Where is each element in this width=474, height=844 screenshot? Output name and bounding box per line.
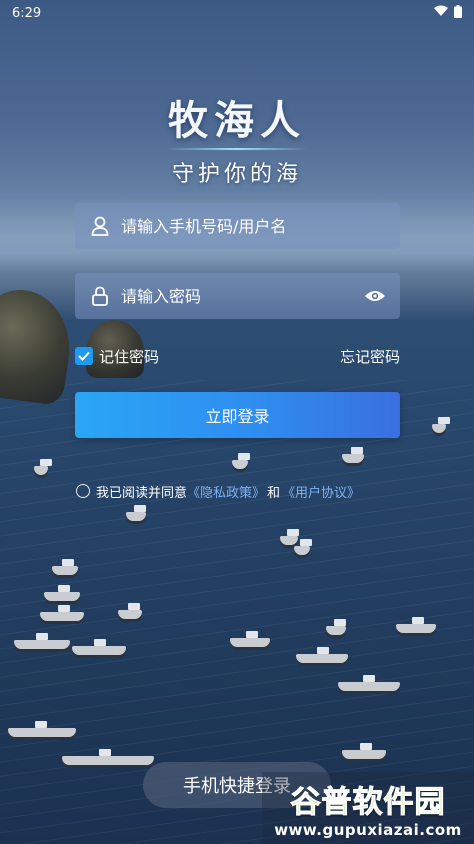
boat (296, 647, 348, 663)
login-button[interactable]: 立即登录 (75, 392, 400, 438)
app-title: 牧海人 (168, 98, 306, 144)
remember-label: 记住密码 (99, 347, 160, 366)
boat (396, 617, 436, 633)
boat (126, 505, 146, 521)
logo-glow-line (167, 148, 307, 150)
site-watermark: 谷普软件园 www.gupuxiazai.com (262, 772, 474, 844)
boat (44, 585, 80, 601)
agreement-row: 我已阅读并同意 《隐私政策》 和 《用户协议》 (76, 482, 360, 501)
wifi-icon (434, 5, 448, 21)
username-field[interactable] (75, 203, 400, 249)
boat (338, 675, 400, 691)
agreement-radio[interactable] (76, 484, 90, 498)
login-options-row: 记住密码 忘记密码 (75, 345, 400, 367)
password-input[interactable] (121, 286, 358, 306)
boat (342, 743, 386, 759)
username-input[interactable] (121, 216, 386, 236)
agreement-and: 和 (267, 485, 281, 501)
show-password-eye-icon[interactable] (364, 285, 386, 307)
status-icons (434, 4, 462, 22)
remember-password-option[interactable]: 记住密码 (75, 346, 340, 367)
forgot-password-link[interactable]: 忘记密码 (340, 346, 400, 367)
boat (62, 749, 154, 765)
boat (52, 559, 78, 575)
boat (40, 605, 84, 621)
app-logo: 牧海人 守护你的海 (0, 88, 474, 188)
status-bar: 6:29 (0, 0, 474, 26)
boat (230, 631, 270, 647)
boat (342, 447, 364, 463)
user-icon (89, 215, 111, 237)
privacy-policy-link[interactable]: 《隐私政策》 (187, 482, 265, 501)
app-slogan: 守护你的海 (171, 162, 302, 187)
lock-icon (89, 285, 111, 307)
battery-icon (454, 4, 462, 22)
agreement-prefix: 我已阅读并同意 (96, 485, 188, 501)
status-time: 6:29 (12, 5, 42, 21)
boat (118, 603, 142, 619)
watermark-title: 谷普软件园 (290, 785, 446, 821)
watermark-url: www.gupuxiazai.com (274, 821, 462, 839)
user-agreement-link[interactable]: 《用户协议》 (282, 482, 360, 501)
boat (326, 619, 346, 635)
boat (14, 633, 70, 649)
password-field[interactable] (75, 273, 400, 319)
boat (72, 639, 126, 655)
remember-checkbox[interactable] (75, 347, 93, 365)
boat (8, 721, 76, 737)
